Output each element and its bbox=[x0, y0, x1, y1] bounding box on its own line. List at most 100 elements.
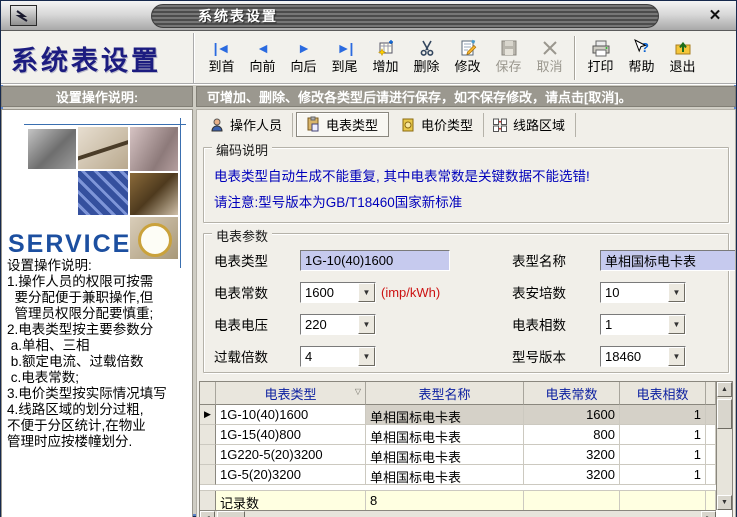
save-icon bbox=[499, 37, 519, 59]
photo-keyboard bbox=[78, 171, 128, 215]
page-title-box: 系统表设置 bbox=[3, 33, 195, 83]
tab-line-area[interactable]: 线路区域 bbox=[484, 113, 576, 137]
row-indicator-header bbox=[200, 382, 216, 405]
grid-cell: 单相国标电卡表 bbox=[366, 405, 524, 425]
grid-cell-filler bbox=[706, 445, 716, 465]
grid-cell: 1 bbox=[620, 445, 706, 465]
price-book-icon bbox=[400, 117, 416, 133]
edit-button[interactable]: 修改 bbox=[447, 34, 488, 82]
voltage-label: 电表电压 bbox=[214, 314, 300, 334]
combo-arrow-icon: ▼ bbox=[358, 283, 375, 302]
toolbar: |◄ 到首 ◄ 向前 ► 向后 ►| 到尾 bbox=[195, 33, 734, 83]
voltage-combobox[interactable]: 220 ▼ bbox=[300, 314, 376, 335]
add-button[interactable]: 增加 bbox=[365, 34, 406, 82]
prev-icon: ◄ bbox=[256, 37, 269, 59]
table-row[interactable]: 1G220-5(20)3200 单相国标电卡表 3200 1 bbox=[200, 445, 716, 465]
vertical-scroll-thumb[interactable] bbox=[717, 399, 732, 429]
ampere-label: 表安培数 bbox=[512, 282, 600, 302]
grid-cell: 1600 bbox=[524, 405, 620, 425]
version-combobox[interactable]: 18460 ▼ bbox=[600, 346, 686, 367]
printer-icon bbox=[591, 37, 611, 59]
next-button[interactable]: ► 向后 bbox=[283, 34, 324, 82]
grid-cell: 1G-5(20)3200 bbox=[216, 465, 366, 485]
scroll-left-icon[interactable]: ◄ bbox=[200, 511, 215, 517]
meter-type-input[interactable] bbox=[300, 250, 450, 271]
grid-cell-filler bbox=[706, 465, 716, 485]
table-row[interactable]: 1G-15(40)800 单相国标电卡表 800 1 bbox=[200, 425, 716, 445]
scroll-up-icon[interactable]: ▲ bbox=[717, 382, 732, 397]
sidebar-instructions: 设置操作说明: 1.操作人员的权限可按需 要分配便于兼职操作,但 管理员权限分配… bbox=[7, 258, 191, 450]
overload-label: 过载倍数 bbox=[214, 346, 300, 366]
phase-label: 电表相数 bbox=[512, 314, 600, 334]
constant-combobox[interactable]: 1600 ▼ bbox=[300, 282, 376, 303]
next-icon: ► bbox=[297, 37, 310, 59]
window: 系统表设置 ✕ 系统表设置 |◄ 到首 ◄ 向前 ► 向后 ►| 到尾 bbox=[0, 0, 737, 517]
help-button[interactable]: ? 帮助 bbox=[621, 34, 662, 82]
person-icon bbox=[209, 117, 225, 133]
cancel-icon bbox=[540, 37, 560, 59]
decor-line-horizontal bbox=[24, 124, 186, 125]
service-brand-text: SERVICE bbox=[8, 230, 131, 259]
model-name-input[interactable] bbox=[600, 250, 736, 271]
app-icon[interactable] bbox=[10, 5, 37, 26]
clipboard-icon bbox=[305, 116, 321, 132]
vertical-scrollbar[interactable]: ▲ ▼ bbox=[716, 382, 732, 510]
column-header-constant[interactable]: 电表常数 bbox=[524, 382, 620, 405]
title-pill: 系统表设置 bbox=[151, 4, 659, 28]
record-count-label: 记录数 bbox=[216, 491, 366, 510]
ampere-combobox[interactable]: 10 ▼ bbox=[600, 282, 686, 303]
sidebar-header: 设置操作说明: bbox=[1, 86, 193, 107]
print-button[interactable]: 打印 bbox=[580, 34, 621, 82]
tab-operators[interactable]: 操作人员 bbox=[201, 113, 293, 137]
grid-cell: 800 bbox=[524, 425, 620, 445]
phase-combobox[interactable]: 1 ▼ bbox=[600, 314, 686, 335]
table-header-row: 电表类型 ▽ 表型名称 电表常数 电表相数 bbox=[200, 382, 716, 405]
column-header-meter-type[interactable]: 电表类型 ▽ bbox=[216, 382, 366, 405]
horizontal-scroll-thumb[interactable] bbox=[217, 511, 245, 517]
meter-params-title: 电表参数 bbox=[212, 226, 272, 245]
column-header-model-name[interactable]: 表型名称 bbox=[366, 382, 524, 405]
constant-unit: (imp/kWh) bbox=[381, 285, 440, 300]
delete-button[interactable]: 删除 bbox=[406, 34, 447, 82]
exit-button[interactable]: 退出 bbox=[662, 34, 703, 82]
cancel-button: 取消 bbox=[529, 34, 570, 82]
grid-cell: 1 bbox=[620, 405, 706, 425]
combo-arrow-icon: ▼ bbox=[668, 315, 685, 334]
sort-indicator-icon: ▽ bbox=[355, 387, 361, 396]
table-row[interactable]: ▶ 1G-10(40)1600 单相国标电卡表 1600 1 bbox=[200, 405, 716, 425]
column-header-phase[interactable]: 电表相数 bbox=[620, 382, 706, 405]
photo-metal bbox=[130, 127, 178, 171]
record-count-value: 8 bbox=[366, 491, 524, 510]
scroll-down-icon[interactable]: ▼ bbox=[717, 495, 732, 510]
coding-note-line1: 电表类型自动生成不能重复, 其中电表常数是关键数据不能选错! bbox=[214, 164, 720, 190]
svg-text:?: ? bbox=[641, 40, 649, 55]
combo-arrow-icon: ▼ bbox=[358, 315, 375, 334]
current-row-marker-icon: ▶ bbox=[200, 405, 216, 425]
decor-line-vertical bbox=[180, 118, 181, 268]
window-title: 系统表设置 bbox=[198, 6, 278, 26]
header-filler bbox=[706, 382, 716, 405]
overload-combobox[interactable]: 4 ▼ bbox=[300, 346, 376, 367]
last-button[interactable]: ►| 到尾 bbox=[324, 34, 365, 82]
table-row[interactable]: 1G-5(20)3200 单相国标电卡表 3200 1 bbox=[200, 465, 716, 485]
tab-meter-type[interactable]: 电表类型 bbox=[296, 112, 389, 137]
tab-price-type[interactable]: 电价类型 bbox=[392, 113, 484, 137]
grid-cell: 3200 bbox=[524, 465, 620, 485]
meter-type-label: 电表类型 bbox=[214, 250, 300, 270]
grid-cell: 1G-10(40)1600 bbox=[216, 405, 366, 425]
prev-button[interactable]: ◄ 向前 bbox=[242, 34, 283, 82]
edit-icon bbox=[458, 37, 478, 59]
first-button[interactable]: |◄ 到首 bbox=[201, 34, 242, 82]
sidebar: SERVICE 设置操作说明: 1.操作人员的权限可按需 要分配便于兼职操作,但… bbox=[1, 109, 193, 517]
app-logo-icon bbox=[15, 9, 33, 23]
scissors-icon bbox=[417, 37, 437, 59]
photo-watch bbox=[130, 173, 178, 215]
photo-pocket-watch bbox=[130, 217, 178, 259]
coding-note-groupbox: 编码说明 电表类型自动生成不能重复, 其中电表常数是关键数据不能选错! 请注意:… bbox=[203, 147, 729, 223]
grid-cell: 1 bbox=[620, 425, 706, 445]
close-button[interactable]: ✕ bbox=[706, 7, 724, 25]
scroll-right-icon[interactable]: ► bbox=[701, 511, 716, 517]
help-icon: ? bbox=[632, 37, 652, 59]
grid-cell-filler bbox=[706, 425, 716, 445]
horizontal-scrollbar[interactable]: ◄ ► bbox=[200, 510, 716, 517]
